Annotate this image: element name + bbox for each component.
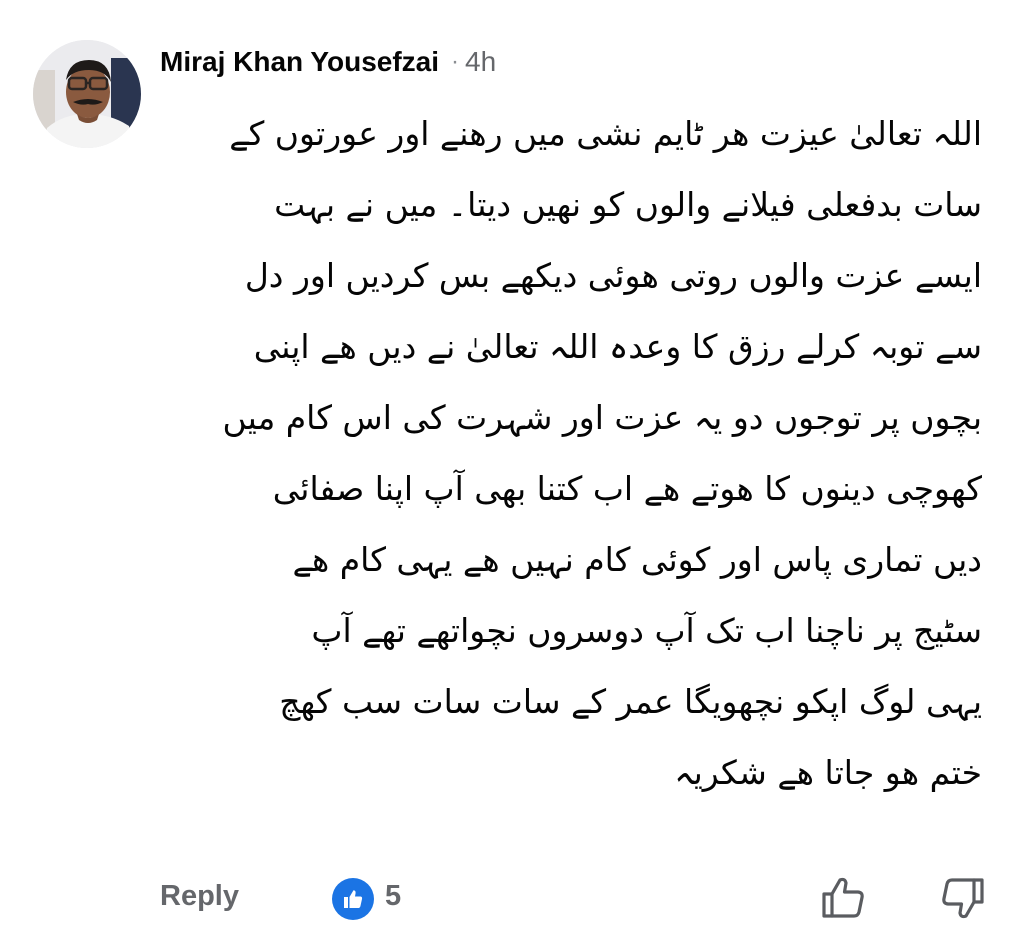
comment-text-line: بچوں پر توجوں دو یہ عزت اور شہرت کی اس ک… xyxy=(222,398,983,437)
reply-button[interactable]: Reply xyxy=(160,880,239,913)
comment-text-line: سے توبہ کرلے رزق کا وعدہ اللہ تعالیٰ نے … xyxy=(253,327,982,366)
author-name[interactable]: Miraj Khan Yousefzai xyxy=(160,46,439,78)
comment-actions: Reply 5 xyxy=(160,870,990,926)
comment-text-line: سٹیج پر ناچنا اب تک آپ دوسروں نچواتھے تھ… xyxy=(311,611,982,650)
comment-text-line: ختم ھو جاتا ھے شکریہ xyxy=(674,753,982,792)
upvote-icon[interactable] xyxy=(818,872,868,922)
comment-header: Miraj Khan Yousefzai · 4h xyxy=(160,42,496,82)
avatar[interactable] xyxy=(33,40,141,148)
comment-text-line: اللہ تعالیٰ عیزت ھر ٹایم نشی میں رھنے او… xyxy=(229,114,982,153)
like-count: 5 xyxy=(385,880,402,912)
comment: Miraj Khan Yousefzai · 4h اللہ تعالیٰ عی… xyxy=(0,0,1024,948)
timestamp[interactable]: 4h xyxy=(465,46,496,78)
comment-text-line: کھوچی دینوں کا ھوتے ھے اب کتنا بھی آپ اپ… xyxy=(272,469,982,508)
comment-text-line: سات بدفعلی فیلانے والوں کو نھیں دیتا۔ می… xyxy=(274,185,982,224)
meta-separator: · xyxy=(451,48,460,75)
comment-text-line: دیں تماری پاس اور کوئی کام نہیں ھے یہی ک… xyxy=(292,540,983,579)
comment-text: اللہ تعالیٰ عیزت ھر ٹایم نشی میں رھنے او… xyxy=(160,98,983,808)
comment-text-line: ایسے عزت والوں روتی ھوئی دیکھے بس کردیں … xyxy=(244,256,982,295)
avatar-photo xyxy=(33,40,141,148)
thumbs-up-icon[interactable] xyxy=(332,878,374,920)
downvote-icon[interactable] xyxy=(938,874,988,924)
comment-text-line: یہی لوگ اپکو نچھویگا عمر کے سات سات سب ک… xyxy=(279,682,982,721)
